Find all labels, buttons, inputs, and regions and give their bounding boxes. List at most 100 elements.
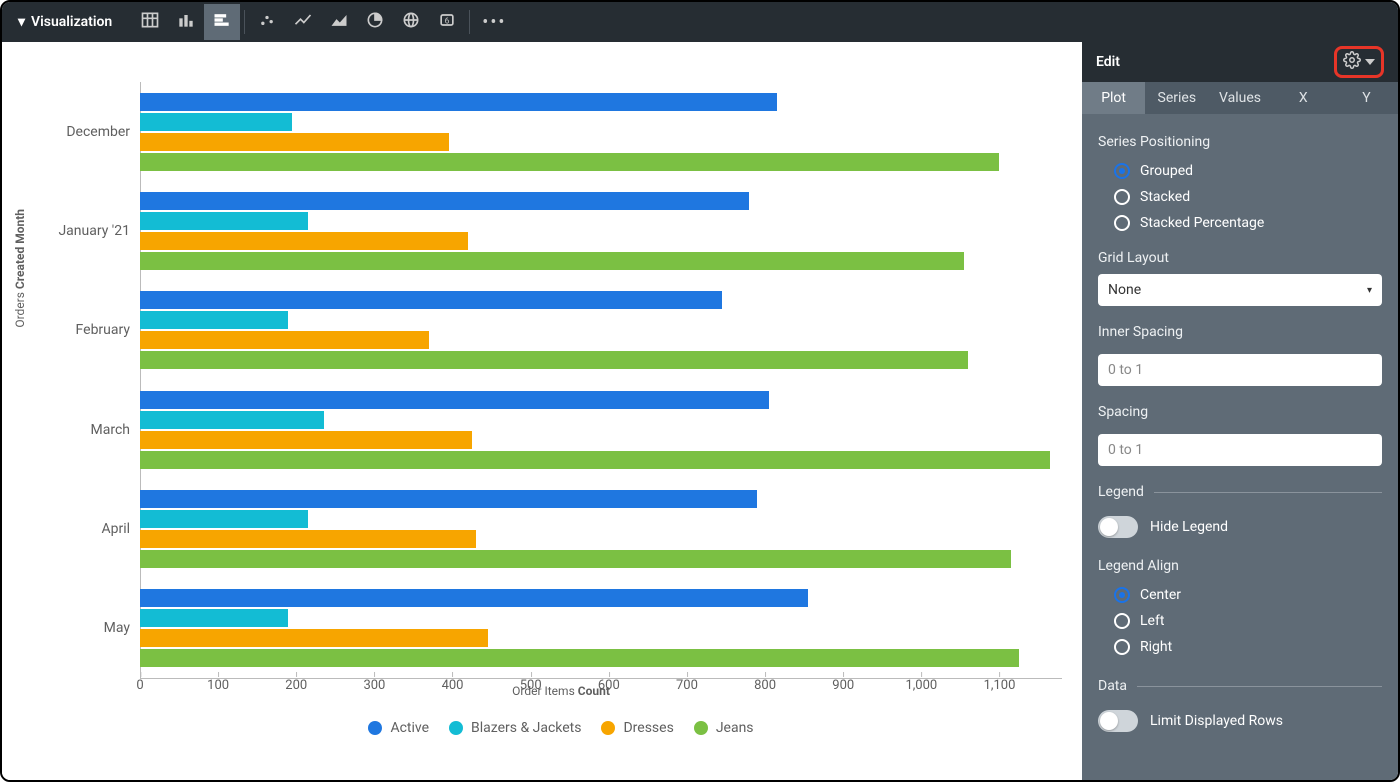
map-icon	[401, 10, 421, 34]
category-label: March	[38, 422, 130, 438]
legend-align-option-left[interactable]: Left	[1098, 608, 1382, 634]
legend-item[interactable]: Dresses	[601, 720, 673, 736]
legend-swatch-icon	[449, 721, 463, 735]
line-chart-icon	[293, 10, 313, 34]
bar-dresses[interactable]	[140, 530, 476, 548]
edit-panel-header: Edit	[1082, 42, 1398, 82]
bar-active[interactable]	[140, 391, 769, 409]
chart-legend: Active Blazers & Jackets Dresses Jeans	[50, 720, 1072, 740]
bar-jeans[interactable]	[140, 550, 1011, 568]
edit-body: Series Positioning Grouped Stacked Stacked…	[1082, 114, 1398, 780]
x-tick: 700	[676, 678, 698, 693]
limit-rows-toggle[interactable]	[1098, 710, 1138, 732]
bar-dresses[interactable]	[140, 431, 472, 449]
app-frame: ▾ Visualization 6 ••• Orders Created Mon…	[0, 0, 1400, 782]
legend-label: Blazers & Jackets	[471, 720, 581, 736]
bar-jeans[interactable]	[140, 451, 1050, 469]
map-icon-button[interactable]	[393, 4, 429, 40]
pie-chart-icon-button[interactable]	[357, 4, 393, 40]
x-tick: 1,100	[984, 678, 1016, 693]
inner-spacing-input[interactable]	[1098, 354, 1382, 386]
legend-section-label: Legend	[1098, 484, 1382, 500]
area-chart-icon-button[interactable]	[321, 4, 357, 40]
x-tick: 800	[754, 678, 776, 693]
legend-align-option-label: Center	[1140, 587, 1181, 603]
bar-blazers-jackets[interactable]	[140, 311, 288, 329]
more-vis-types-icon[interactable]: •••	[478, 12, 510, 33]
series-positioning-option-label: Grouped	[1140, 163, 1193, 179]
chart-area: Orders Created Month DecemberJanuary '21…	[2, 42, 1082, 780]
category-label: February	[38, 322, 130, 338]
bar-jeans[interactable]	[140, 153, 999, 171]
bar-active[interactable]	[140, 490, 757, 508]
bar-blazers-jackets[interactable]	[140, 411, 324, 429]
svg-text:6: 6	[445, 16, 450, 26]
legend-item[interactable]: Active	[368, 720, 429, 736]
data-section-label: Data	[1098, 678, 1382, 694]
category-group: March	[140, 380, 1062, 479]
series-positioning-label: Series Positioning	[1098, 134, 1382, 150]
single-value-icon-button[interactable]: 6	[429, 4, 465, 40]
grid-layout-select[interactable]: None ▾	[1098, 274, 1382, 306]
scatter-chart-icon-button[interactable]	[249, 4, 285, 40]
tab-series[interactable]: Series	[1145, 82, 1208, 114]
legend-label: Jeans	[716, 720, 754, 736]
bar-blazers-jackets[interactable]	[140, 510, 308, 528]
bar-active[interactable]	[140, 291, 722, 309]
bar-jeans[interactable]	[140, 649, 1019, 667]
x-tick: 0	[136, 678, 143, 693]
spacing-input[interactable]	[1098, 434, 1382, 466]
legend-label: Dresses	[623, 720, 673, 736]
legend-item[interactable]: Blazers & Jackets	[449, 720, 581, 736]
legend-align-label: Legend Align	[1098, 558, 1382, 574]
bar-dresses[interactable]	[140, 232, 468, 250]
visualization-section-toggle[interactable]: ▾ Visualization	[10, 10, 120, 34]
bar-blazers-jackets[interactable]	[140, 113, 292, 131]
x-tick: 100	[207, 678, 229, 693]
grid-layout-label: Grid Layout	[1098, 250, 1382, 266]
series-positioning-option-grouped[interactable]: Grouped	[1098, 158, 1382, 184]
limit-rows-label: Limit Displayed Rows	[1150, 713, 1283, 729]
series-positioning-option-label: Stacked	[1140, 189, 1190, 205]
tab-x[interactable]: X	[1272, 82, 1335, 114]
edit-tabs: PlotSeriesValuesXY	[1082, 82, 1398, 114]
line-chart-icon-button[interactable]	[285, 4, 321, 40]
tab-y[interactable]: Y	[1335, 82, 1398, 114]
tab-values[interactable]: Values	[1208, 82, 1271, 114]
legend-align-option-center[interactable]: Center	[1098, 582, 1382, 608]
bar-dresses[interactable]	[140, 133, 449, 151]
bar-active[interactable]	[140, 192, 749, 210]
hide-legend-toggle[interactable]	[1098, 516, 1138, 538]
toolbar: ▾ Visualization 6 •••	[2, 2, 1398, 42]
y-axis-title: Orders Created Month	[13, 209, 27, 328]
table-icon-button[interactable]	[132, 4, 168, 40]
legend-swatch-icon	[601, 721, 615, 735]
bar-active[interactable]	[140, 93, 777, 111]
legend-swatch-icon	[368, 721, 382, 735]
bar-dresses[interactable]	[140, 331, 429, 349]
vis-type-buttons: 6	[132, 4, 474, 40]
legend-swatch-icon	[694, 721, 708, 735]
series-positioning-option-stacked-percentage[interactable]: Stacked Percentage	[1098, 210, 1382, 236]
column-chart-icon	[176, 10, 196, 34]
bar-dresses[interactable]	[140, 629, 488, 647]
bar-jeans[interactable]	[140, 252, 964, 270]
bar-active[interactable]	[140, 589, 808, 607]
category-group: December	[140, 82, 1062, 181]
bar-chart-icon-button[interactable]	[204, 4, 240, 40]
x-axis-ticks: 01002003004005006007008009001,0001,100	[140, 678, 1062, 704]
bar-jeans[interactable]	[140, 351, 968, 369]
scatter-chart-icon	[257, 10, 277, 34]
series-positioning-option-stacked[interactable]: Stacked	[1098, 184, 1382, 210]
column-chart-icon-button[interactable]	[168, 4, 204, 40]
bar-blazers-jackets[interactable]	[140, 212, 308, 230]
category-label: December	[38, 124, 130, 140]
legend-label: Active	[390, 720, 429, 736]
legend-align-option-right[interactable]: Right	[1098, 634, 1382, 660]
legend-item[interactable]: Jeans	[694, 720, 754, 736]
category-group: May	[140, 579, 1062, 678]
tab-plot[interactable]: Plot	[1082, 82, 1145, 114]
settings-gear-button[interactable]	[1334, 46, 1384, 78]
category-group: April	[140, 479, 1062, 578]
bar-blazers-jackets[interactable]	[140, 609, 288, 627]
